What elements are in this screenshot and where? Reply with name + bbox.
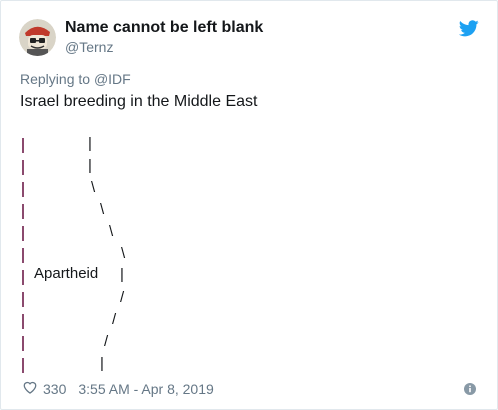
like-count[interactable]: 330 <box>43 381 66 397</box>
info-icon[interactable] <box>464 382 476 395</box>
replying-to: Replying to @IDF <box>20 71 131 87</box>
meme-wall-segment <box>22 358 24 373</box>
meme-wall-segment <box>22 270 24 285</box>
meme-wall-segment <box>22 292 24 307</box>
tweet-timestamp[interactable]: 3:55 AM - Apr 8, 2019 <box>78 381 213 397</box>
tweet-card[interactable]: Name cannot be left blank @Ternz Replyin… <box>0 0 498 410</box>
meme-wall-segment <box>22 182 24 197</box>
meme-glyph: | <box>100 355 104 372</box>
meme-glyph: | <box>120 266 124 283</box>
ascii-meme: Apartheid | | \ \ \ \ | / / / | <box>20 131 220 373</box>
meme-wall-segment <box>22 160 24 175</box>
meme-wall-segment <box>22 204 24 219</box>
meme-glyph: \ <box>91 179 96 196</box>
tweet-footer: 330 3:55 AM - Apr 8, 2019 <box>22 380 214 397</box>
meme-wall-segment <box>22 226 24 241</box>
avatar[interactable] <box>19 19 56 56</box>
meme-glyph: \ <box>121 245 126 262</box>
meme-glyph: / <box>104 333 109 350</box>
meme-wall-segment <box>22 336 24 351</box>
user-handle[interactable]: @Ternz <box>65 39 113 55</box>
meme-glyph: | <box>88 135 92 152</box>
replying-prefix: Replying to <box>20 71 91 87</box>
tweet-text: Israel breeding in the Middle East <box>20 93 258 110</box>
meme-glyph: / <box>112 311 117 328</box>
meme-label: Apartheid <box>34 265 99 282</box>
twitter-bird-icon[interactable] <box>458 20 479 37</box>
heart-icon[interactable] <box>22 380 43 397</box>
replying-mention-link[interactable]: @IDF <box>94 71 131 87</box>
meme-wall-segment <box>22 138 24 153</box>
display-name[interactable]: Name cannot be left blank <box>65 19 263 37</box>
meme-glyph: | <box>88 157 92 174</box>
meme-glyph: / <box>120 289 125 306</box>
meme-wall-segment <box>22 314 24 329</box>
meme-glyph: \ <box>109 223 114 240</box>
meme-glyph: \ <box>100 201 105 218</box>
meme-wall-segment <box>22 248 24 263</box>
